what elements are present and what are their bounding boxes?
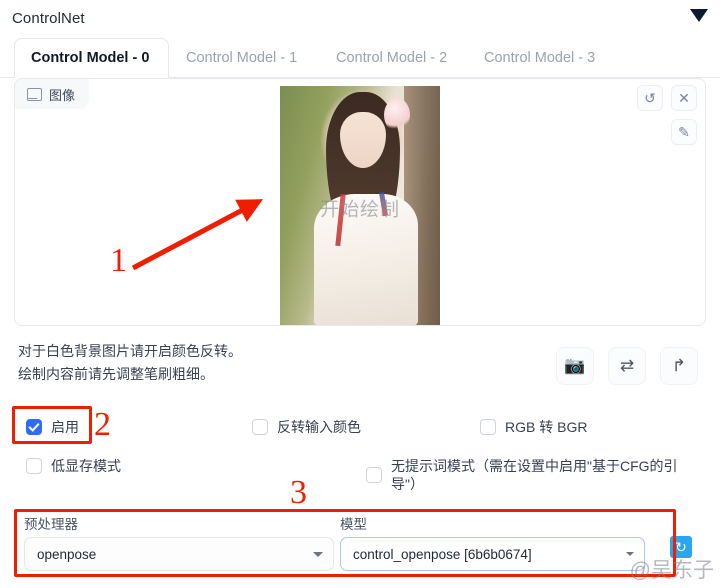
image-source-tab[interactable]: 图像: [15, 79, 90, 109]
swap-arrows-icon[interactable]: ⇄: [608, 347, 646, 385]
checkbox-low-vram-box[interactable]: [26, 458, 42, 474]
hint-text: 对于白色背景图片请开启颜色反转。 绘制内容前请先调整笔刷粗细。: [18, 340, 242, 386]
checkbox-low-vram[interactable]: 低显存模式: [26, 457, 121, 475]
controlnet-panel: ControlNet Control Model - 0 Control Mod…: [0, 0, 720, 588]
checkbox-low-vram-label: 低显存模式: [51, 458, 121, 474]
tab-control-model-2[interactable]: Control Model - 2: [320, 38, 463, 78]
checkbox-rgb-to-bgr-label: RGB 转 BGR: [505, 419, 588, 435]
checkbox-invert-input-color-box[interactable]: [252, 419, 268, 435]
page-watermark: @吴东子: [629, 559, 714, 582]
close-icon[interactable]: ✕: [671, 85, 697, 111]
undo-icon[interactable]: ↺: [637, 85, 663, 111]
image-detail-flower: [384, 98, 410, 132]
image-drop-area[interactable]: 图像 开始绘制 ↺ ✕ ✎: [14, 78, 706, 326]
triangle-down-icon[interactable]: [690, 9, 708, 22]
tab-control-model-0[interactable]: Control Model - 0: [14, 38, 169, 78]
model-select[interactable]: control_openpose [6b6b0674]: [340, 537, 645, 571]
image-source-tab-label: 图像: [49, 87, 76, 103]
tab-label: Control Model - 2: [336, 50, 448, 66]
checkbox-invert-input-color-label: 反转输入颜色: [277, 419, 361, 435]
checkbox-guess-mode[interactable]: 无提示词模式（需在设置中启用"基于CFG的引导"）: [366, 457, 686, 493]
checkbox-rgb-to-bgr[interactable]: RGB 转 BGR: [480, 418, 587, 436]
swap-glyph: ⇄: [619, 356, 635, 375]
preprocessor-value: openpose: [37, 546, 97, 562]
checkbox-guess-mode-label: 无提示词模式（需在设置中启用"基于CFG的引导"）: [391, 458, 678, 492]
image-overlay-text: 开始绘制: [319, 199, 401, 221]
panel-header: ControlNet: [0, 0, 720, 36]
checkbox-rgb-to-bgr-box[interactable]: [480, 419, 496, 435]
hint-line-2: 绘制内容前请先调整笔刷粗细。: [18, 366, 214, 382]
camera-glyph: 📷: [564, 356, 586, 375]
checkbox-enable-label: 启用: [51, 419, 79, 435]
chevron-down-icon[interactable]: [313, 552, 323, 557]
preprocessor-label: 预处理器: [24, 517, 78, 532]
camera-icon[interactable]: 📷: [556, 347, 594, 385]
annotation-number-2: 2: [94, 406, 111, 443]
send-to-glyph: ↱: [671, 356, 687, 375]
annotation-number-3: 3: [290, 474, 307, 511]
preview-image[interactable]: 开始绘制: [280, 86, 440, 325]
annotation-number-1: 1: [110, 242, 127, 279]
model-value: control_openpose [6b6b0674]: [353, 546, 532, 562]
hint-line-1: 对于白色背景图片请开启颜色反转。: [18, 343, 242, 359]
tab-control-model-1[interactable]: Control Model - 1: [170, 38, 313, 78]
tab-bar: Control Model - 0 Control Model - 1 Cont…: [0, 38, 720, 78]
preprocessor-select[interactable]: openpose: [24, 537, 334, 571]
tab-label: Control Model - 3: [484, 50, 596, 66]
page-title: ControlNet: [12, 9, 85, 27]
tab-control-model-3[interactable]: Control Model - 3: [468, 38, 611, 78]
checkbox-guess-mode-box[interactable]: [366, 467, 382, 483]
tab-label: Control Model - 1: [186, 50, 298, 66]
tab-label: Control Model - 0: [31, 50, 150, 66]
checkbox-invert-input-color[interactable]: 反转输入颜色: [252, 418, 361, 436]
checkbox-enable[interactable]: 启用: [26, 418, 79, 436]
picture-icon: [27, 87, 42, 101]
model-field: 模型 control_openpose [6b6b0674]: [340, 513, 645, 571]
model-label: 模型: [340, 517, 367, 532]
preprocessor-field: 预处理器 openpose: [24, 513, 334, 571]
send-to-icon[interactable]: ↱: [660, 347, 698, 385]
checkbox-enable-box[interactable]: [26, 419, 42, 435]
pen-edit-icon[interactable]: ✎: [671, 119, 697, 145]
